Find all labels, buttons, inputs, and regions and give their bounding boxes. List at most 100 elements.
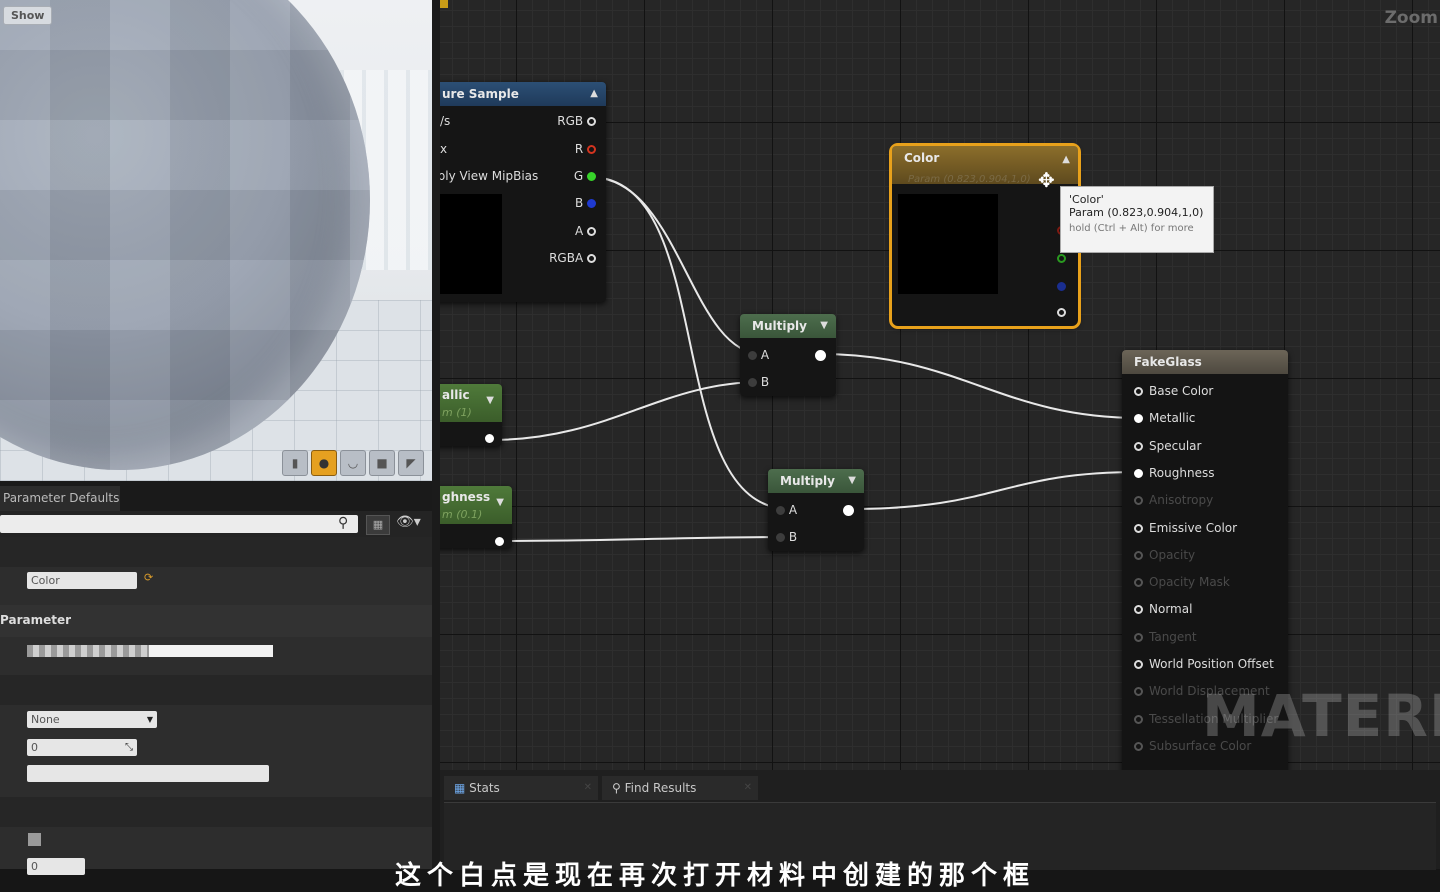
output-r[interactable]: R <box>575 142 596 156</box>
multiply-1-input-a[interactable]: A <box>748 348 769 362</box>
material-input-row[interactable]: Tangent <box>1134 630 1197 644</box>
material-input-pin-icon[interactable] <box>1134 496 1143 506</box>
grid-view-icon[interactable]: ▦ <box>366 515 390 535</box>
roughness-scalar-param-node[interactable]: ghness m (0.1) ▼ <box>440 486 512 548</box>
sampler-source-dropdown[interactable]: None ▼ <box>27 711 157 728</box>
material-input-pin-icon[interactable] <box>1134 550 1143 560</box>
multiply-node-1[interactable]: Multiply ▼ A B <box>740 314 836 396</box>
material-input-pin-icon[interactable] <box>1134 387 1143 396</box>
material-graph-canvas[interactable]: Zoom ure Sample ▲ /s x pply View MipBias… <box>440 0 1440 770</box>
texture-sample-header[interactable]: ure Sample ▲ <box>440 82 606 106</box>
sort-priority-value: 0 <box>31 741 38 754</box>
pin-a-icon[interactable] <box>748 351 757 360</box>
material-input-row[interactable]: Anisotropy <box>1134 493 1213 507</box>
color-b-pin-icon[interactable] <box>1057 282 1066 291</box>
show-button[interactable]: Show <box>3 6 53 25</box>
g-pin-icon[interactable] <box>587 172 596 181</box>
output-b[interactable]: B <box>575 196 596 210</box>
multiply-node-2[interactable]: Multiply ▼ A B <box>768 469 864 551</box>
collapse-arrow-icon[interactable]: ▲ <box>590 82 598 106</box>
material-input-row[interactable]: Specular <box>1134 439 1201 453</box>
material-input-pin-icon[interactable] <box>1134 414 1143 424</box>
tab-stats[interactable]: ▦ Stats ✕ <box>444 776 598 800</box>
r-pin-icon[interactable] <box>587 145 596 154</box>
rgb-pin-icon[interactable] <box>587 117 596 126</box>
collapse-arrow-icon[interactable]: ▲ <box>1062 148 1070 172</box>
material-input-row[interactable]: Roughness <box>1134 466 1214 480</box>
search-icon[interactable]: ⚲ <box>338 515 348 531</box>
option-checkbox[interactable] <box>28 833 41 846</box>
multiply-1-header[interactable]: Multiply ▼ <box>740 314 836 338</box>
default-color-swatch[interactable] <box>27 645 273 657</box>
multiply-2-input-a[interactable]: A <box>776 503 797 517</box>
material-input-pin-icon[interactable] <box>1134 605 1143 615</box>
collapse-arrow-icon[interactable]: ▼ <box>496 494 504 512</box>
param-name-field[interactable]: Color <box>27 572 137 589</box>
material-input-pin-icon[interactable] <box>1134 468 1143 478</box>
sphere-preview-icon[interactable]: ● <box>311 450 337 476</box>
material-input-pin-icon[interactable] <box>1134 523 1143 533</box>
rgba-pin-icon[interactable] <box>587 254 596 263</box>
material-input-pin-icon[interactable] <box>1134 578 1143 588</box>
multiply-1-output-pin-icon[interactable] <box>815 350 826 361</box>
cylinder-preview-icon[interactable]: ▮ <box>282 450 308 476</box>
material-input-pin-icon[interactable] <box>1134 441 1143 451</box>
metallic-scalar-param-node[interactable]: allic m (1) ▼ <box>440 384 502 446</box>
material-input-row[interactable]: Emissive Color <box>1134 521 1237 535</box>
pin-a-icon[interactable] <box>776 506 785 515</box>
a-pin-icon[interactable] <box>587 227 596 236</box>
tab-parameter-defaults[interactable]: Parameter Defaults <box>0 486 120 511</box>
output-g[interactable]: G <box>574 169 596 183</box>
output-rgba[interactable]: RGBA <box>549 251 596 265</box>
roughness-output-pin-icon[interactable] <box>495 537 504 546</box>
material-input-pin-icon[interactable] <box>1134 741 1143 751</box>
sort-priority-field[interactable]: 0 ⤡ <box>27 739 137 756</box>
multiply-1-input-b[interactable]: B <box>748 375 769 389</box>
material-input-row[interactable]: Opacity Mask <box>1134 575 1230 589</box>
metallic-param-header[interactable]: allic m (1) ▼ <box>440 384 502 422</box>
group-name-field[interactable] <box>27 765 269 782</box>
output-rgb[interactable]: RGB <box>557 114 596 128</box>
material-input-pin-icon[interactable] <box>1134 660 1143 669</box>
tab-find-results[interactable]: ⚲ Find Results ✕ <box>602 776 758 800</box>
collapse-arrow-icon[interactable]: ▼ <box>486 392 494 410</box>
multiply-2-header[interactable]: Multiply ▼ <box>768 469 864 493</box>
close-icon[interactable]: ✕ <box>744 776 752 800</box>
resize-arrows-icon: ⤡ <box>125 742 133 753</box>
multiply-2-output-pin-icon[interactable] <box>843 505 854 516</box>
details-search-input[interactable] <box>0 515 358 533</box>
roughness-param-header[interactable]: ghness m (0.1) ▼ <box>440 486 512 524</box>
multiply-2-input-b[interactable]: B <box>776 530 797 544</box>
material-preview-viewport[interactable]: Show ▮ ● ◡ ■ ◤ <box>0 0 432 481</box>
collapse-arrow-icon[interactable]: ▼ <box>820 314 828 338</box>
metallic-output-pin-icon[interactable] <box>485 434 494 443</box>
custom-mesh-preview-icon[interactable]: ◤ <box>398 450 424 476</box>
output-a[interactable]: A <box>575 224 596 238</box>
material-input-row[interactable]: Opacity <box>1134 548 1195 562</box>
material-input-pin-icon[interactable] <box>1134 687 1143 697</box>
material-input-row[interactable]: Base Color <box>1134 384 1213 398</box>
parameter-category-row[interactable]: Parameter <box>0 605 432 637</box>
material-input-pin-icon[interactable] <box>1134 632 1143 642</box>
material-input-row[interactable]: Metallic <box>1134 411 1195 425</box>
plane-preview-icon[interactable]: ◡ <box>340 450 366 476</box>
material-result-header[interactable]: FakeGlass <box>1122 350 1288 374</box>
color-a-pin-icon[interactable] <box>1057 308 1066 317</box>
texture-sample-node[interactable]: ure Sample ▲ /s x pply View MipBias RGB … <box>440 82 606 302</box>
pin-b-icon[interactable] <box>776 533 785 542</box>
pin-b-icon[interactable] <box>748 378 757 387</box>
b-pin-icon[interactable] <box>587 199 596 208</box>
color-g-pin-icon[interactable] <box>1057 254 1066 263</box>
cube-preview-icon[interactable]: ■ <box>369 450 395 476</box>
panel-splitter[interactable] <box>432 0 440 869</box>
material-input-row[interactable]: World Position Offset <box>1134 657 1274 671</box>
collapse-arrow-icon[interactable]: ▼ <box>848 469 856 493</box>
parameter-category-label: Parameter <box>0 613 72 627</box>
visibility-eye-icon[interactable]: 👁▾ <box>396 514 421 530</box>
reset-to-default-icon[interactable]: ⟳ <box>144 571 153 584</box>
material-input-pin-icon[interactable] <box>1134 714 1143 724</box>
wire-multiply1-to-metallic <box>819 353 1141 419</box>
bottom-number-field[interactable]: 0 <box>27 858 85 875</box>
close-icon[interactable]: ✕ <box>584 776 592 800</box>
material-input-row[interactable]: Normal <box>1134 602 1192 616</box>
